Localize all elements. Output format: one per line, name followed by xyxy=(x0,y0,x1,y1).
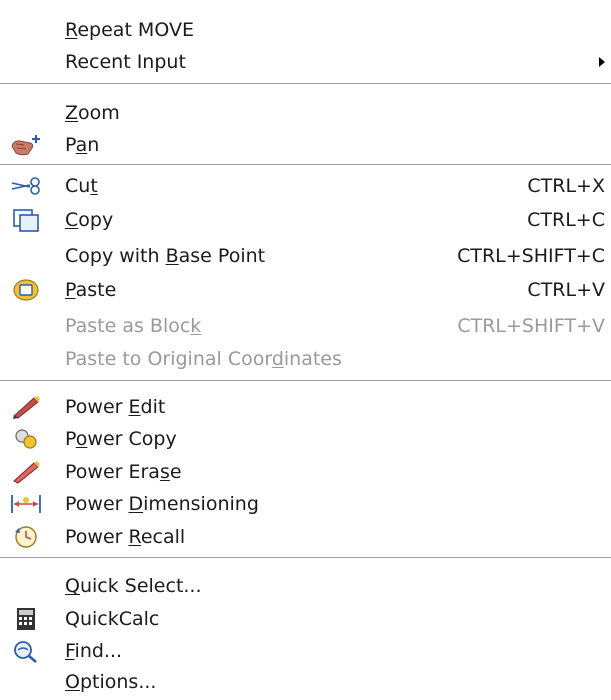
menu-item-repeat-move[interactable]: Repeat MOVE xyxy=(0,14,611,46)
menu-item-pan[interactable]: Pan xyxy=(0,129,611,161)
power-recall-icon xyxy=(8,524,44,550)
menu-item-label: Copy with Base Point xyxy=(65,245,266,267)
power-edit-icon xyxy=(8,394,44,420)
pan-hand-icon xyxy=(8,132,44,158)
menu-item-label: Pan xyxy=(65,134,100,156)
menu-item-zoom[interactable]: Zoom xyxy=(0,97,611,129)
menu-item-label: Cut xyxy=(65,175,98,197)
menu-item-paste-as-block: Paste as Block CTRL+SHIFT+V xyxy=(0,310,611,342)
menu-item-label: Power Copy xyxy=(65,428,177,450)
menu-separator xyxy=(0,557,611,558)
menu-item-power-recall[interactable]: Power Recall xyxy=(0,521,611,553)
menu-item-copy[interactable]: Copy CTRL+C xyxy=(0,204,611,236)
copy-icon xyxy=(8,207,44,233)
power-erase-icon xyxy=(8,459,44,485)
menu-item-paste-to-original-coordinates: Paste to Original Coordinates xyxy=(0,343,611,375)
menu-item-label: Power Recall xyxy=(65,526,186,548)
menu-item-label: Power Erase xyxy=(65,461,182,483)
menu-item-copy-with-base-point[interactable]: Copy with Base Point CTRL+SHIFT+C xyxy=(0,240,611,272)
menu-item-recent-input[interactable]: Recent Input xyxy=(0,46,611,78)
menu-item-cut[interactable]: Cut CTRL+X xyxy=(0,170,611,202)
menu-separator xyxy=(0,164,611,165)
menu-item-quick-select[interactable]: Quick Select... xyxy=(0,570,611,602)
menu-item-paste[interactable]: Paste CTRL+V xyxy=(0,274,611,306)
menu-item-label: Paste as Block xyxy=(65,315,202,337)
menu-item-label: Recent Input xyxy=(65,51,186,73)
power-copy-icon xyxy=(8,426,44,452)
menu-item-shortcut: CTRL+C xyxy=(527,209,605,231)
context-menu: Repeat MOVE Recent Input Zoom Pan Cut CT… xyxy=(0,0,611,700)
menu-item-shortcut: CTRL+X xyxy=(527,175,605,197)
menu-item-find[interactable]: Find... xyxy=(0,635,611,667)
paste-icon xyxy=(8,277,44,303)
menu-item-label: Paste xyxy=(65,279,117,301)
menu-item-label: Quick Select... xyxy=(65,575,202,597)
menu-item-label: Power Edit xyxy=(65,396,166,418)
menu-item-label: Zoom xyxy=(65,102,120,124)
menu-item-options[interactable]: Options... xyxy=(0,666,611,698)
menu-separator xyxy=(0,83,611,84)
find-icon xyxy=(8,638,44,664)
power-dimensioning-icon xyxy=(8,491,44,517)
menu-item-power-copy[interactable]: Power Copy xyxy=(0,423,611,455)
menu-item-power-dimensioning[interactable]: Power Dimensioning xyxy=(0,488,611,520)
menu-item-power-erase[interactable]: Power Erase xyxy=(0,456,611,488)
menu-item-quickcalc[interactable]: QuickCalc xyxy=(0,603,611,635)
menu-item-label: Repeat MOVE xyxy=(65,19,194,41)
menu-item-label: Options... xyxy=(65,671,157,693)
menu-item-shortcut: CTRL+SHIFT+C xyxy=(457,245,605,267)
menu-separator xyxy=(0,380,611,381)
scissors-icon xyxy=(8,173,44,199)
menu-item-label: Find... xyxy=(65,640,123,662)
menu-item-label: Copy xyxy=(65,209,114,231)
menu-item-label: Paste to Original Coordinates xyxy=(65,348,342,370)
menu-item-label: Power Dimensioning xyxy=(65,493,259,515)
menu-item-shortcut: CTRL+V xyxy=(527,279,605,301)
submenu-arrow-icon xyxy=(599,57,605,67)
menu-item-shortcut: CTRL+SHIFT+V xyxy=(457,315,605,337)
calculator-icon xyxy=(8,606,44,632)
menu-item-power-edit[interactable]: Power Edit xyxy=(0,391,611,423)
menu-item-label: QuickCalc xyxy=(65,608,160,630)
